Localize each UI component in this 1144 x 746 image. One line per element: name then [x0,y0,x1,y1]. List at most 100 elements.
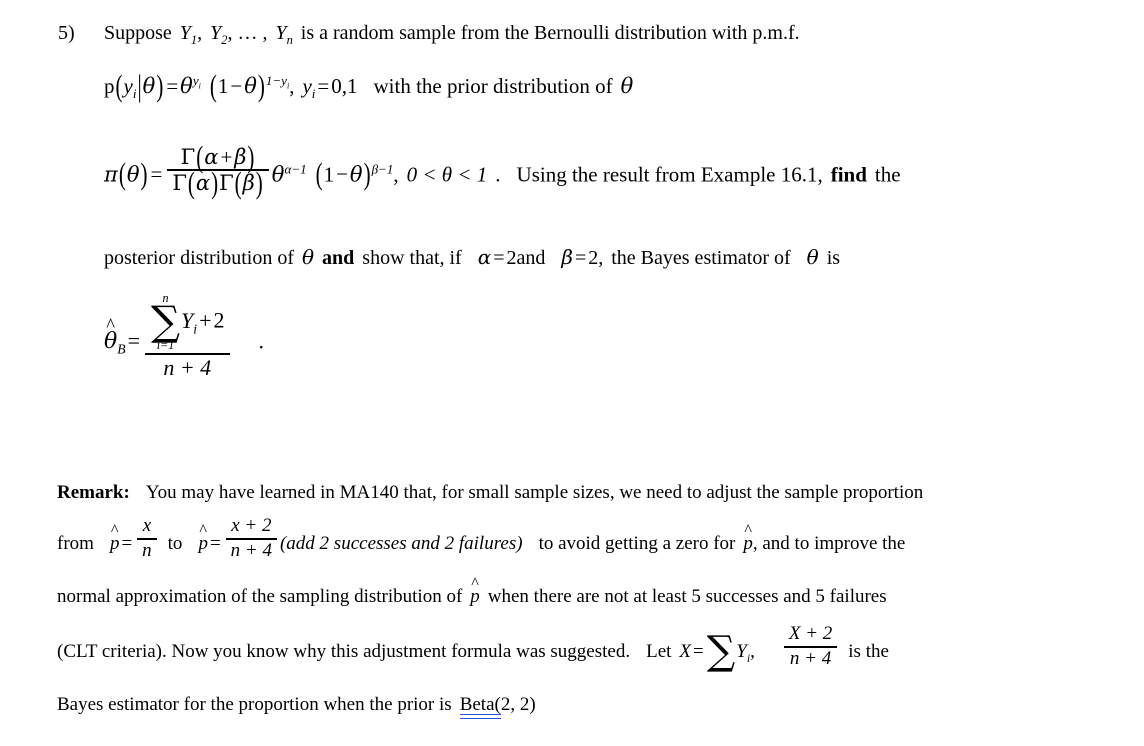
estimator-subscript-b: B [117,341,126,357]
clt-x-symbol: X [679,640,692,662]
prior-close-paren: ) [140,156,148,192]
num-open-paren: ( [196,139,204,174]
posterior-instruction-line: posterior distribution of θ and show that, … [104,245,840,270]
clt-summation-operator: ∑ [707,631,735,671]
remark-italic-note: (add 2 successes and 2 failures) [279,532,523,554]
summation-operator: n ∑ i=1 [151,292,180,351]
estimator-numerator-constant: 2 [213,307,225,333]
pmf-y-symbol: y [123,74,133,98]
random-variable-y2: Y2 [210,22,227,46]
proportion-fraction-simple: xn [137,516,157,561]
problem-number-text: 5) [58,22,75,44]
pmf-exp-y-sub: i [198,81,201,91]
remark-tail-pre: to avoid getting a zero for [538,532,736,554]
remark-equals-1: = [121,532,133,554]
prior-minus: − [336,162,348,187]
den-close-paren-2: ) [255,165,263,201]
posterior-alpha: α [477,245,492,269]
pmf-theta-base: θ [180,74,193,98]
pmf-p-symbol: p [104,74,115,98]
simple-frac-denominator: n [142,539,152,561]
num-plus: + [220,144,233,169]
prior-comma: , [393,162,399,187]
prior-alpha-exponent: α−1 [284,161,307,177]
posterior-equals-1: = [493,247,505,269]
den-open-paren-2: ( [234,165,242,201]
posterior-beta: β [561,245,573,269]
pmf-one: 1 [217,74,229,98]
remark-line1-text: You may have learned in MA140 that, for … [145,482,924,503]
estimator-denominator: n + 4 [163,355,212,381]
clt-sum-term-symbol: Y [736,640,747,662]
proportion-fraction-adjusted: x + 2n + 4 [225,515,277,561]
posterior-theta: θ [301,245,315,269]
document-page: 5) Suppose Y1, Y2, … , Yn is a random sample… [0,0,1144,746]
prior-equals: = [150,162,163,187]
pmf-equals: = [166,74,179,98]
pmf-yi-2: yi [302,74,315,100]
prior-theta-base: θ [271,162,285,187]
prior-tail-post: the [874,162,901,187]
p-hat-2: ^ p [198,522,208,555]
prior-normalizing-fraction: Γ(α+β) Γ(α)Γ(β) [167,140,269,199]
intro-lead-text: Suppose [104,22,172,44]
estimator-plus: + [199,307,212,333]
gamma-symbol-den-1: Γ [172,171,187,196]
clt-equals: = [693,640,704,662]
gamma-symbol-den-2: Γ [219,171,234,196]
clt-frac-numerator: X + 2 [788,623,833,645]
prior-pi-symbol: π [104,162,118,187]
prior-period: . [495,162,501,187]
pmf-support-values: 0,1 [331,74,358,98]
pmf-exp2-text: 1−y [265,73,287,88]
sigma-icon: ∑ [151,297,181,346]
adjusted-frac-numerator: x + 2 [231,515,272,537]
pmf-open-paren-2: ( [209,68,217,104]
den-close-paren-1: ) [211,165,219,201]
pmf-theta-tail: θ [620,74,634,98]
prior-theta: θ [126,162,140,187]
alpha-symbol-den: α [195,171,211,196]
prior-open-paren: ( [118,156,126,192]
problem-number: 5) [58,22,75,45]
pmf-complement-exponent: 1−yi [265,73,289,90]
clt-let-word: Let [646,640,672,662]
p-hat-1: ^ p [110,522,120,555]
yn-symbol: Y [275,22,287,44]
remark-line-1: Remark: You may have learned in MA140 tha… [57,482,923,504]
p-hat-mark-4: ^ [471,575,479,592]
remark-line-4: (CLT criteria). Now you know why this ad… [57,624,889,675]
bayes-estimator-formula: ^ θB= n ∑ i=1 Yi+2 n + 4. [104,292,264,387]
theta-hat-mark: ^ [106,314,116,336]
pmf-theta: θ [142,74,156,98]
prior-find-bold: find [830,162,867,187]
beta-spellcheck-underline[interactable]: Beta( [459,694,502,719]
normal-approx-post: when there are not at least 5 successes … [487,586,887,607]
pmf-theta-2: θ [244,74,257,98]
estimator-fraction: n ∑ i=1 Yi+2 n + 4 [145,292,230,381]
yn-subscript: n [286,33,293,47]
clt-pre-text: (CLT criteria). Now you know why this ad… [57,640,631,662]
sum-lower-limit: i=1 [156,338,175,352]
simple-frac-numerator: x [142,515,152,537]
sum-term-symbol: Y [181,307,194,333]
pmf-comma: , [289,74,295,98]
final-line-pre: Bayes estimator for the proportion when … [57,694,452,715]
remark-to-word: to [167,532,183,554]
remark-equals-2: = [209,532,221,554]
p-hat-3: ^ p [743,522,753,555]
prior-one: 1 [323,162,335,187]
posterior-alpha-value: 2 [506,247,517,269]
pmf-minus: − [230,74,243,98]
posterior-tail-text: the Bayes estimator of [611,247,791,269]
prior-tail-pre: Using the result from Example 16.1, [516,162,823,187]
prior-complement-open-paren: ( [315,156,323,192]
pmf-conditional-bar: | [137,68,142,104]
beta-arguments: 2, 2) [500,694,536,715]
remark-line-5: Bayes estimator for the proportion when … [57,694,536,719]
adjusted-frac-denominator: n + 4 [230,539,272,561]
intro-ellipsis: , … , [227,22,268,44]
sum-term-yi: Yi [181,307,197,335]
remark-line-3: normal approximation of the sampling dis… [57,575,887,608]
problem-intro-line: Suppose Y1, Y2, … , Yn is a random sample fr… [104,22,800,47]
